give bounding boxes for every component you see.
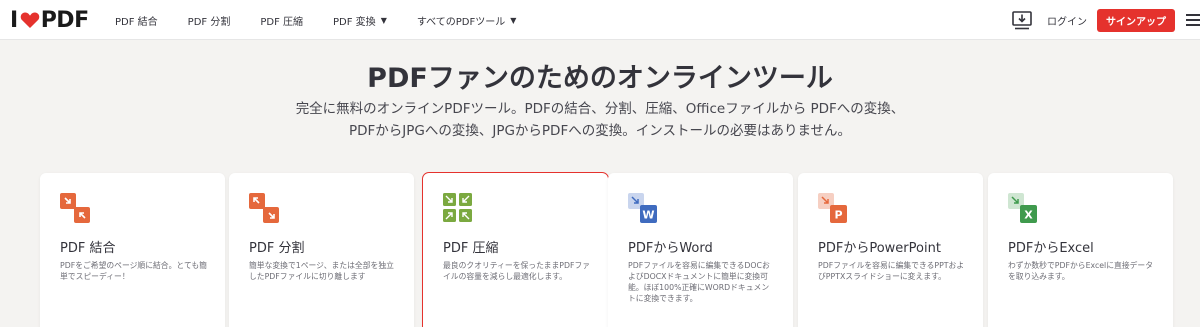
- top-header: I PDF PDF 結合 PDF 分割 PDF 圧縮 PDF 変換 ▼ すべてのP…: [0, 0, 1200, 40]
- tool-card-split[interactable]: PDF 分割 簡単な変換で1ページ、または全部を独立したPDFファイルに切り離し…: [229, 173, 414, 327]
- nav-pdf-split[interactable]: PDF 分割: [188, 13, 231, 28]
- tool-card-pdf-to-word[interactable]: W PDFからWord PDFファイルを容易に編集できるDOCおよびDOCXドキ…: [608, 173, 793, 327]
- merge-icon: [60, 193, 90, 223]
- excel-icon: X: [1008, 193, 1037, 223]
- tool-title: PDF 分割: [249, 241, 305, 256]
- hamburger-menu-icon[interactable]: [1186, 14, 1200, 26]
- login-link[interactable]: ログイン: [1047, 13, 1087, 28]
- tool-description: 簡単な変換で1ページ、または全部を独立したPDFファイルに切り離します: [249, 261, 394, 281]
- header-actions: ログイン サインアップ: [1011, 0, 1200, 40]
- tool-title: PDF 圧縮: [443, 241, 499, 256]
- caret-down-icon: ▼: [380, 15, 387, 25]
- nav-label: PDF 分割: [187, 16, 231, 28]
- desktop-download-icon[interactable]: [1011, 9, 1033, 31]
- tool-description: 最良のクオリティーを保ったままPDFファイルの容量を減らし最適化します。: [443, 261, 591, 281]
- tool-description: PDFファイルを容易に編集できるDOCおよびDOCXドキュメントに簡単に変換可能…: [628, 261, 770, 303]
- tool-card-pdf-to-powerpoint[interactable]: P PDFからPowerPoint PDFファイルを容易に編集できるPPTおよび…: [798, 173, 983, 327]
- word-icon: W: [628, 193, 657, 223]
- nav-label: PDF 変換: [333, 16, 376, 28]
- tool-card-pdf-to-excel[interactable]: X PDFからExcel わずか数秒でPDFからExcelに直接データを取り込み…: [988, 173, 1173, 327]
- logo-letter-i: I: [10, 7, 18, 33]
- tool-grid: PDF 結合 PDFをご希望のページ順に結合。とても簡単でスピーディー！ PDF…: [40, 172, 1200, 327]
- compress-icon: [443, 193, 472, 222]
- signup-button[interactable]: サインアップ: [1097, 8, 1175, 32]
- nav-pdf-convert-dropdown[interactable]: PDF 変換 ▼: [333, 13, 387, 28]
- svg-text:P: P: [834, 209, 842, 222]
- tool-card-merge[interactable]: PDF 結合 PDFをご希望のページ順に結合。とても簡単でスピーディー！: [40, 173, 225, 327]
- nav-label: すべてのPDFツール: [416, 16, 506, 28]
- tool-title: PDFからWord: [628, 241, 713, 256]
- powerpoint-icon: P: [818, 193, 847, 223]
- logo-word-pdf: PDF: [40, 7, 89, 33]
- caret-down-icon: ▼: [510, 15, 517, 25]
- split-icon: [249, 193, 279, 223]
- page-subtitle-line1: 完全に無料のオンラインPDFツール。PDFの結合、分割、圧縮、Officeファイ…: [295, 101, 905, 117]
- page-subtitle-line2: PDFからJPGへの変換、JPGからPDFへの変換。インストールの必要はありませ…: [348, 123, 852, 139]
- tool-title: PDFからExcel: [1008, 241, 1094, 256]
- nav-all-tools-dropdown[interactable]: すべてのPDFツール ▼: [417, 13, 517, 28]
- heart-icon: [20, 12, 39, 28]
- tool-card-compress[interactable]: PDF 圧縮 最良のクオリティーを保ったままPDFファイルの容量を減らし最適化し…: [422, 172, 609, 327]
- nav-pdf-compress[interactable]: PDF 圧縮: [260, 13, 303, 28]
- tool-description: PDFファイルを容易に編集できるPPTおよびPPTXスライドショーに変えます。: [818, 261, 965, 281]
- ilovepdf-logo[interactable]: I PDF: [10, 5, 89, 35]
- nav-label: PDF 圧縮: [260, 16, 304, 28]
- svg-text:X: X: [1024, 209, 1033, 222]
- tool-title: PDF 結合: [60, 241, 116, 256]
- nav-label: PDF 結合: [115, 16, 158, 28]
- svg-text:W: W: [642, 209, 654, 222]
- nav-pdf-merge[interactable]: PDF 結合: [115, 13, 158, 28]
- main-nav: PDF 結合 PDF 分割 PDF 圧縮 PDF 変換 ▼ すべてのPDFツール ▼: [100, 0, 531, 40]
- page-title: PDFファンのためのオンラインツール: [367, 63, 833, 94]
- tool-title: PDFからPowerPoint: [818, 241, 941, 256]
- tool-description: PDFをご希望のページ順に結合。とても簡単でスピーディー！: [60, 261, 207, 281]
- tool-description: わずか数秒でPDFからExcelに直接データを取り込みます。: [1008, 261, 1153, 281]
